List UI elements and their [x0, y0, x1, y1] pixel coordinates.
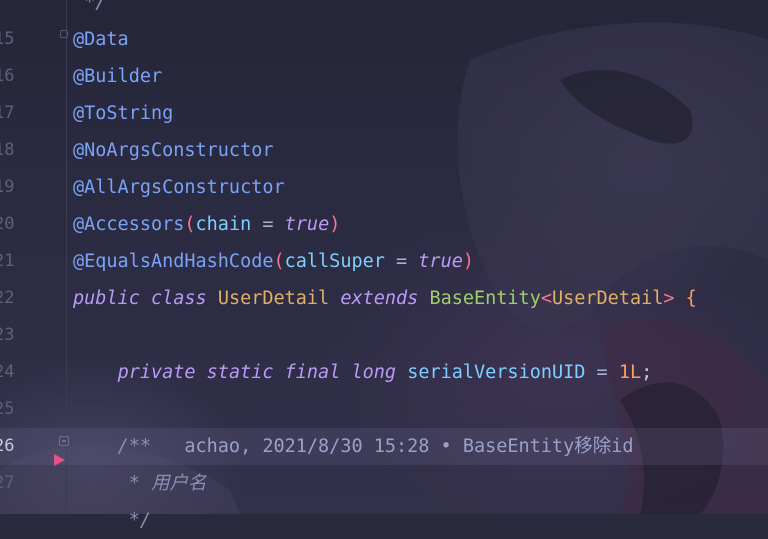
- code-token: public: [73, 288, 140, 309]
- line-number[interactable]: 17: [0, 95, 14, 132]
- code-token: =: [251, 214, 285, 235]
- code-token: BaseEntity: [429, 288, 541, 309]
- code-token: @EqualsAndHashCode: [73, 251, 274, 272]
- line-number[interactable]: 20: [0, 206, 14, 243]
- code-text: public class UserDetail extends BaseEnti…: [73, 280, 697, 317]
- fold-icon[interactable]: [60, 30, 68, 38]
- code-token: @ToString: [73, 103, 174, 124]
- code-line[interactable]: 15 @Data: [0, 21, 768, 58]
- code-token: @NoArgsConstructor: [73, 140, 274, 161]
- code-token: @Builder: [73, 66, 163, 87]
- code-token: */: [73, 0, 107, 13]
- line-number[interactable]: 16: [0, 58, 14, 95]
- code-line[interactable]: 18 @NoArgsConstructor: [0, 132, 768, 169]
- line-number[interactable]: 26: [0, 428, 14, 465]
- line-number[interactable]: 27: [0, 465, 14, 502]
- code-line[interactable]: 25: [0, 391, 768, 428]
- code-token: (: [184, 214, 196, 235]
- line-number[interactable]: 23: [0, 317, 14, 354]
- code-token: serialVersionUID: [407, 362, 586, 383]
- code-line[interactable]: 26 /** achao, 2021/8/30 15:28 • BaseEnti…: [0, 428, 768, 465]
- code-token: 1L: [618, 362, 642, 383]
- code-text: @Accessors(chain = true): [73, 206, 340, 243]
- code-token: ;: [641, 362, 653, 383]
- code-token: @AllArgsConstructor: [73, 177, 285, 198]
- code-line[interactable]: 27 * 用户名: [0, 465, 768, 502]
- code-token: true: [418, 251, 463, 272]
- code-line[interactable]: 23: [0, 317, 768, 354]
- code-token: UserDetail: [217, 288, 330, 309]
- code-text: * 用户名: [73, 465, 207, 502]
- code-token: /**: [73, 436, 151, 457]
- code-token: UserDetail: [551, 288, 664, 309]
- code-text: private static final long serialVersionU…: [73, 354, 653, 391]
- code-token: @Accessors: [73, 214, 185, 235]
- line-number[interactable]: 21: [0, 243, 14, 280]
- code-text: @EqualsAndHashCode(callSuper = true): [73, 243, 474, 280]
- code-token: {: [674, 288, 697, 309]
- blame-annotation-icon[interactable]: [59, 436, 69, 446]
- code-token: true: [284, 214, 330, 235]
- code-text: @AllArgsConstructor: [73, 169, 285, 206]
- code-token: (: [273, 251, 285, 272]
- code-token: * 用户名: [73, 473, 207, 494]
- line-number[interactable]: 22: [0, 280, 14, 317]
- code-text: @Data: [73, 21, 129, 58]
- code-token: chain: [195, 214, 252, 235]
- code-token: */: [73, 510, 151, 531]
- code-line[interactable]: 19 @AllArgsConstructor: [0, 169, 768, 206]
- code-token: @Data: [73, 29, 129, 50]
- code-token: callSuper: [284, 251, 385, 272]
- line-number[interactable]: 15: [0, 21, 14, 58]
- code-token: ): [329, 214, 341, 235]
- code-line[interactable]: 21 @EqualsAndHashCode(callSuper = true): [0, 243, 768, 280]
- line-number[interactable]: 24: [0, 354, 14, 391]
- code-token: long: [351, 362, 397, 383]
- code-token: ): [462, 251, 474, 272]
- code-line[interactable]: 20 @Accessors(chain = true): [0, 206, 768, 243]
- line-number[interactable]: 19: [0, 169, 14, 206]
- code-token: >: [663, 288, 675, 309]
- code-text: /** achao, 2021/8/30 15:28 • BaseEntity移…: [73, 428, 634, 465]
- code-token: achao, 2021/8/30 15:28 • BaseEntity移除id: [150, 436, 634, 457]
- code-text: @NoArgsConstructor: [73, 132, 273, 169]
- code-token: class: [150, 288, 207, 309]
- code-token: <: [540, 288, 552, 309]
- code-token: =: [384, 251, 419, 272]
- code-token: static: [206, 362, 274, 383]
- code-text: @Builder: [73, 58, 162, 95]
- code-token: =: [585, 362, 619, 383]
- code-line[interactable]: 24 private static final long serialVersi…: [0, 354, 768, 391]
- code-line[interactable]: 16 @Builder: [0, 58, 768, 95]
- vcs-change-marker-icon[interactable]: [54, 454, 65, 466]
- code-token: final: [284, 362, 341, 383]
- code-line[interactable]: */: [0, 0, 768, 21]
- code-token: extends: [340, 288, 419, 309]
- code-line[interactable]: */: [0, 502, 768, 539]
- code-text: @ToString: [73, 95, 173, 132]
- line-number[interactable]: 25: [0, 391, 14, 428]
- code-text: */: [73, 502, 151, 539]
- code-line[interactable]: 22 public class UserDetail extends BaseEn…: [0, 280, 768, 317]
- code-token: private: [117, 362, 196, 383]
- code-line[interactable]: 17 @ToString: [0, 95, 768, 132]
- line-number[interactable]: 18: [0, 132, 14, 169]
- code-text: */: [73, 0, 106, 21]
